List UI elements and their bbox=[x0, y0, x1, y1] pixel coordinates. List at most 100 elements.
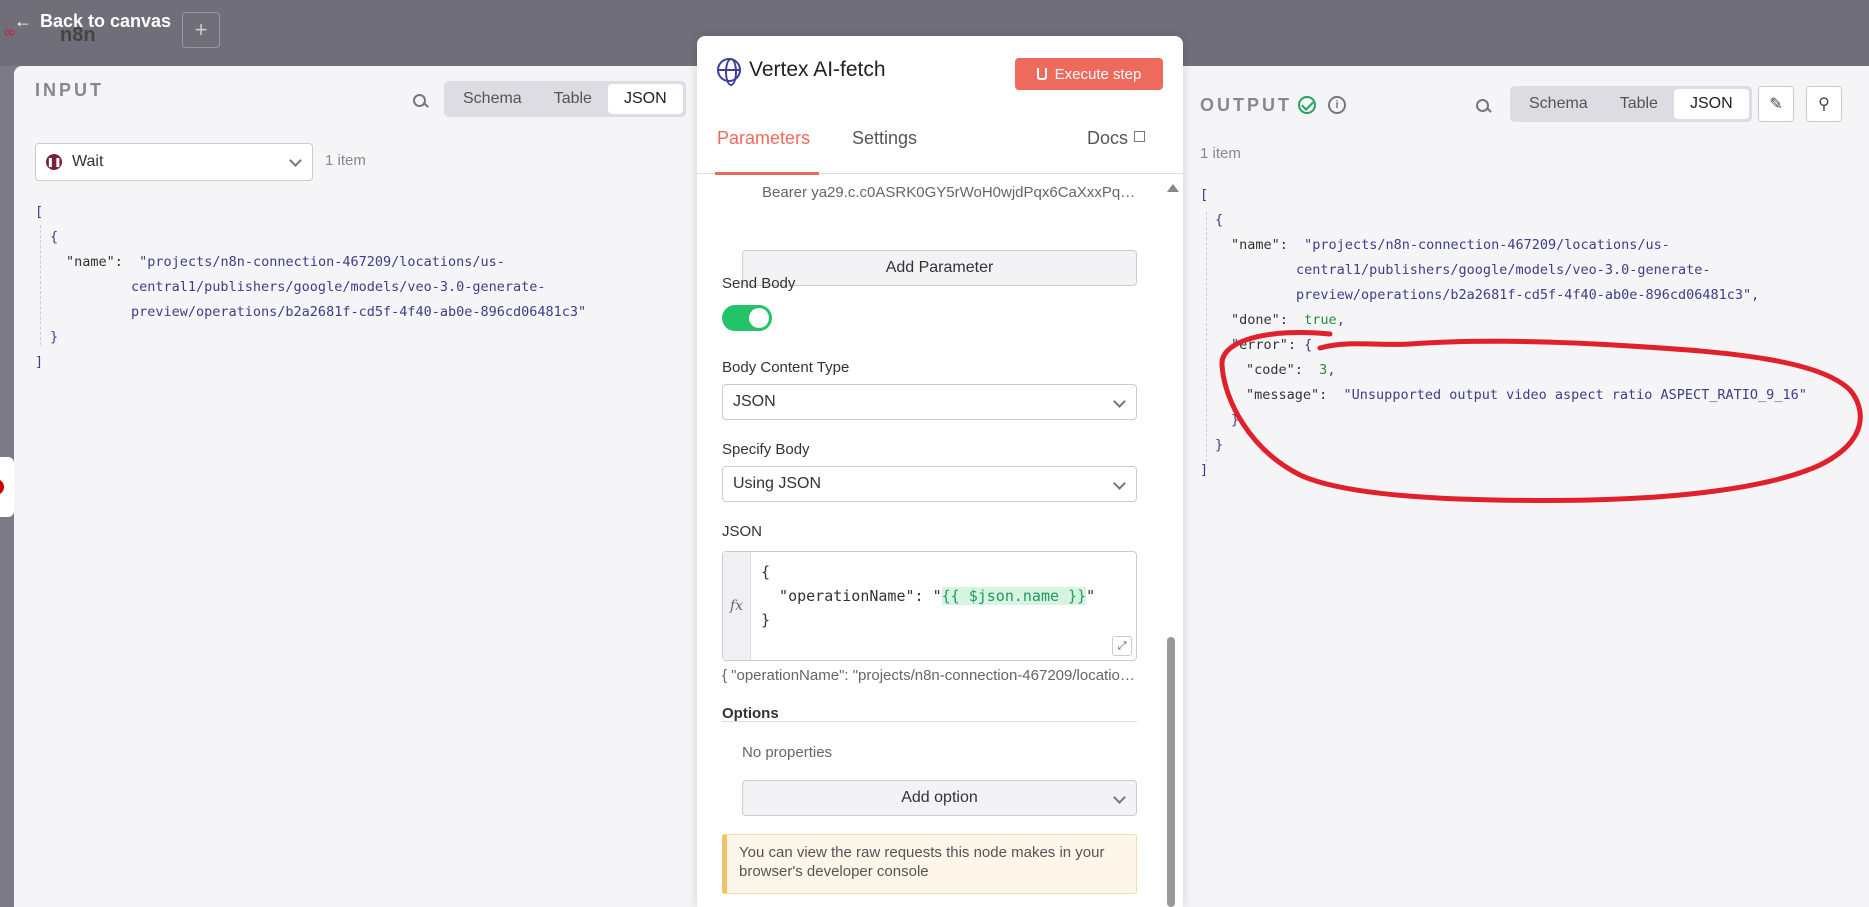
json-value: central1/publishers/google/models/veo-3.… bbox=[131, 279, 546, 295]
chevron-down-icon bbox=[1113, 477, 1126, 490]
body-content-type-select[interactable]: JSON bbox=[722, 384, 1137, 420]
send-body-label: Send Body bbox=[722, 275, 796, 292]
arrow-left-icon: ← bbox=[14, 11, 32, 31]
json-key: "done": bbox=[1231, 312, 1288, 328]
json-bracket: ] bbox=[35, 354, 44, 370]
output-tab-table[interactable]: Table bbox=[1604, 89, 1674, 119]
add-node-button[interactable]: + bbox=[182, 12, 220, 48]
external-link-icon bbox=[1134, 131, 1146, 142]
no-properties-text: No properties bbox=[742, 744, 833, 761]
pause-icon: ❚❚ bbox=[46, 154, 62, 170]
output-panel-title: OUTPUT bbox=[1200, 95, 1292, 115]
edit-output-button[interactable]: ✎ bbox=[1758, 86, 1794, 122]
execute-step-button[interactable]: Execute step bbox=[1015, 58, 1163, 90]
json-key: "code": bbox=[1246, 362, 1303, 378]
back-to-canvas-label: Back to canvas bbox=[40, 11, 172, 31]
tab-parameters[interactable]: Parameters bbox=[717, 128, 810, 149]
input-node-select[interactable]: ❚❚ Wait bbox=[35, 143, 313, 181]
input-item-count: 1 item bbox=[325, 152, 366, 169]
json-brace: { bbox=[50, 229, 59, 245]
back-to-canvas-link[interactable]: ← Back to canvas bbox=[14, 11, 171, 32]
json-key: "error": bbox=[1231, 337, 1297, 353]
options-divider bbox=[722, 721, 1137, 722]
chevron-down-icon bbox=[1113, 395, 1126, 408]
scroll-thumb[interactable] bbox=[1167, 637, 1175, 907]
add-option-button[interactable]: Add option bbox=[742, 780, 1137, 816]
chevron-down-icon bbox=[1113, 791, 1126, 804]
code-expression: {{ $json.name }} bbox=[941, 587, 1087, 605]
chevron-down-icon bbox=[289, 154, 302, 167]
add-option-label: Add option bbox=[901, 789, 978, 806]
json-body-editor[interactable]: fx { "operationName": "{{ $json.name }}"… bbox=[722, 551, 1137, 661]
expand-editor-icon[interactable]: ⤢ bbox=[1112, 636, 1132, 656]
panel-scrollbar[interactable] bbox=[1165, 184, 1179, 907]
input-panel-title: INPUT bbox=[35, 80, 104, 100]
output-json-view: [ { "name": "projects/n8n-connection-467… bbox=[1200, 183, 1807, 483]
code-line: { bbox=[761, 563, 771, 581]
send-body-toggle[interactable] bbox=[722, 305, 772, 331]
info-icon[interactable]: i bbox=[1328, 96, 1346, 114]
output-tab-json[interactable]: JSON bbox=[1673, 89, 1749, 119]
json-bracket: ] bbox=[1200, 462, 1209, 478]
input-json-view: [ { "name": "projects/n8n-connection-467… bbox=[35, 200, 586, 375]
output-tab-schema[interactable]: Schema bbox=[1513, 89, 1604, 119]
json-field-label: JSON bbox=[722, 523, 763, 540]
json-bracket: [ bbox=[1200, 187, 1209, 203]
json-value: "projects/n8n-connection-467209/location… bbox=[139, 254, 505, 270]
specify-body-select[interactable]: Using JSON bbox=[722, 466, 1137, 502]
code-line: } bbox=[761, 611, 771, 629]
input-tab-table[interactable]: Table bbox=[538, 84, 608, 114]
json-value: preview/operations/b2a2681f-cd5f-4f40-ab… bbox=[1296, 287, 1760, 303]
json-value: "projects/n8n-connection-467209/location… bbox=[1304, 237, 1670, 253]
input-node-select-value: Wait bbox=[72, 153, 104, 170]
tab-docs-label: Docs bbox=[1087, 128, 1129, 148]
add-parameter-button[interactable]: Add Parameter bbox=[742, 250, 1137, 286]
json-brace: } bbox=[1231, 412, 1240, 428]
body-content-type-value: JSON bbox=[733, 393, 776, 410]
left-edge-tab[interactable] bbox=[0, 457, 14, 517]
json-body-code[interactable]: { "operationName": "{{ $json.name }}"} bbox=[761, 560, 1095, 632]
execute-step-label: Execute step bbox=[1054, 65, 1142, 83]
pin-icon: ⚲ bbox=[1818, 96, 1830, 113]
globe-icon bbox=[717, 58, 741, 86]
json-key: "name": bbox=[1231, 237, 1288, 253]
output-view-switcher: Schema Table JSON bbox=[1510, 86, 1752, 122]
output-search-icon[interactable] bbox=[1475, 98, 1491, 114]
json-value: true bbox=[1304, 312, 1337, 328]
json-brace: { bbox=[1215, 212, 1224, 228]
developer-console-notice: You can view the raw requests this node … bbox=[722, 834, 1137, 894]
specify-body-label: Specify Body bbox=[722, 441, 810, 458]
code-quote: " bbox=[1086, 587, 1096, 605]
json-value: central1/publishers/google/models/veo-3.… bbox=[1296, 262, 1711, 278]
header-value-bearer[interactable]: Bearer ya29.c.c0ASRK0GY5rWoH0wjdPqx6CaXx… bbox=[762, 184, 1142, 201]
active-tab-underline bbox=[715, 172, 819, 175]
json-bracket: [ bbox=[35, 204, 44, 220]
node-tabs: Parameters Settings Docs bbox=[697, 106, 1183, 175]
node-title[interactable]: Vertex AI-fetch bbox=[749, 58, 886, 82]
node-parameters-panel: Vertex AI-fetch Execute step Parameters … bbox=[697, 36, 1183, 907]
output-item-count: 1 item bbox=[1200, 145, 1241, 162]
pencil-icon: ✎ bbox=[1769, 96, 1783, 113]
options-label: Options bbox=[722, 705, 779, 722]
input-view-switcher: Schema Table JSON bbox=[444, 81, 686, 117]
flask-icon bbox=[1036, 68, 1047, 80]
json-brace: { bbox=[1304, 337, 1313, 353]
tab-settings[interactable]: Settings bbox=[852, 128, 917, 149]
json-key: "name": bbox=[66, 254, 123, 270]
pin-data-button[interactable]: ⚲ bbox=[1806, 86, 1842, 122]
input-tab-json[interactable]: JSON bbox=[607, 84, 683, 114]
json-brace: } bbox=[50, 329, 59, 345]
json-value: 3 bbox=[1319, 362, 1328, 378]
code-key: "operationName": " bbox=[761, 587, 942, 605]
success-check-icon bbox=[1298, 96, 1316, 114]
expression-fx-icon: fx bbox=[723, 552, 751, 660]
tab-docs[interactable]: Docs bbox=[1087, 128, 1146, 149]
json-value: "Unsupported output video aspect ratio A… bbox=[1343, 387, 1807, 403]
specify-body-value: Using JSON bbox=[733, 475, 822, 492]
body-content-type-label: Body Content Type bbox=[722, 359, 850, 376]
input-search-icon[interactable] bbox=[412, 93, 428, 109]
scroll-up-icon[interactable] bbox=[1167, 184, 1179, 192]
input-tab-schema[interactable]: Schema bbox=[447, 84, 538, 114]
json-value: preview/operations/b2a2681f-cd5f-4f40-ab… bbox=[131, 304, 587, 320]
json-key: "message": bbox=[1246, 387, 1328, 403]
